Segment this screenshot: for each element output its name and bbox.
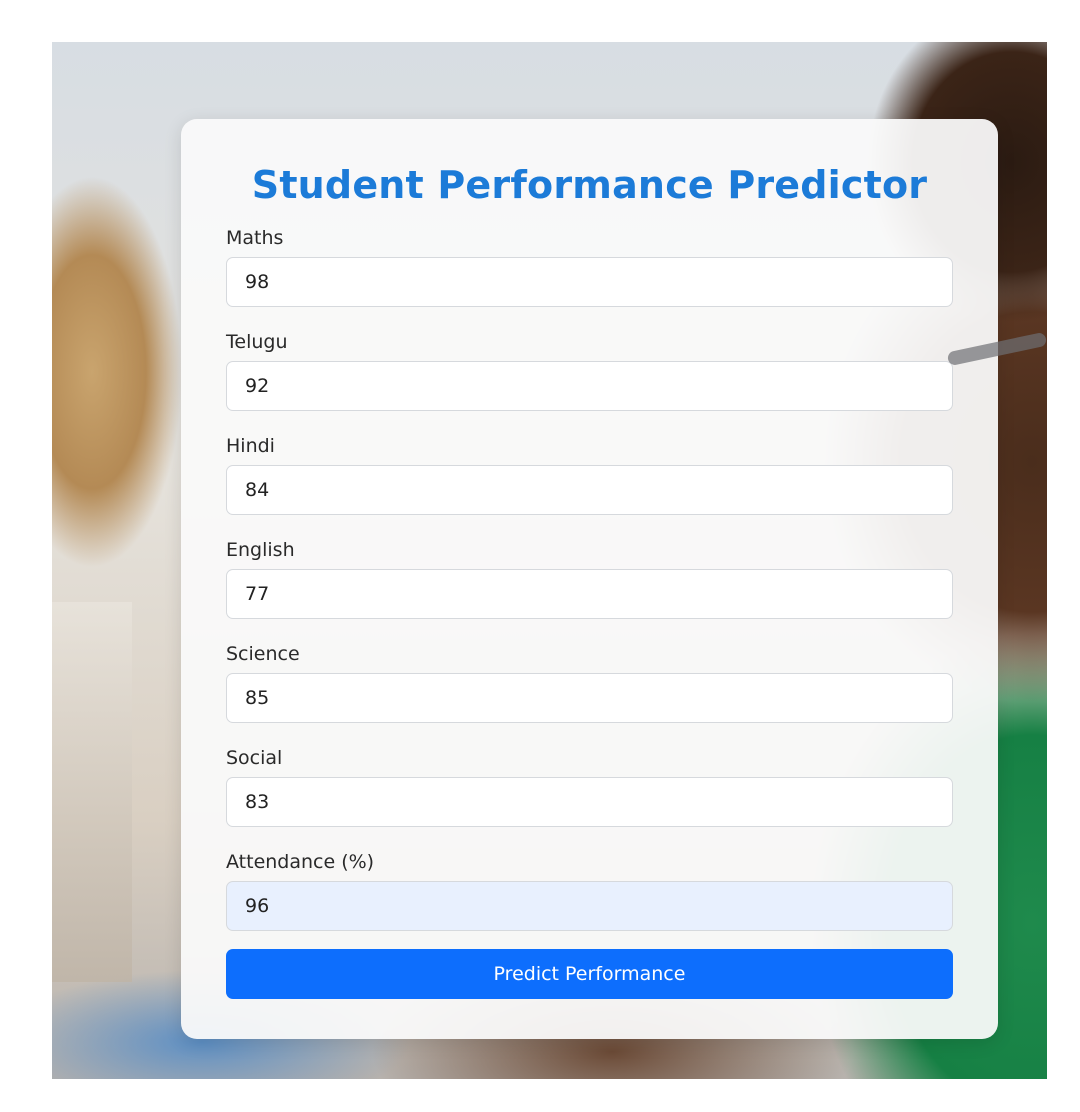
field-maths: Maths bbox=[226, 225, 953, 307]
social-label: Social bbox=[226, 747, 283, 769]
science-input[interactable] bbox=[226, 673, 953, 723]
attendance-label: Attendance (%) bbox=[226, 851, 375, 873]
english-input[interactable] bbox=[226, 569, 953, 619]
telugu-label: Telugu bbox=[226, 331, 288, 353]
field-telugu: Telugu bbox=[226, 329, 953, 411]
english-label: English bbox=[226, 539, 295, 561]
background-photo: Student Performance Predictor Maths Telu… bbox=[52, 42, 1047, 1079]
hindi-label: Hindi bbox=[226, 435, 275, 457]
maths-input[interactable] bbox=[226, 257, 953, 307]
hindi-input[interactable] bbox=[226, 465, 953, 515]
field-science: Science bbox=[226, 641, 953, 723]
predict-performance-button[interactable]: Predict Performance bbox=[226, 949, 953, 999]
attendance-input[interactable] bbox=[226, 881, 953, 931]
social-input[interactable] bbox=[226, 777, 953, 827]
science-label: Science bbox=[226, 643, 300, 665]
page-title: Student Performance Predictor bbox=[251, 163, 928, 207]
maths-label: Maths bbox=[226, 227, 284, 249]
field-hindi: Hindi bbox=[226, 433, 953, 515]
field-attendance: Attendance (%) bbox=[226, 849, 953, 931]
telugu-input[interactable] bbox=[226, 361, 953, 411]
field-social: Social bbox=[226, 745, 953, 827]
field-english: English bbox=[226, 537, 953, 619]
predictor-card: Student Performance Predictor Maths Telu… bbox=[181, 119, 998, 1039]
